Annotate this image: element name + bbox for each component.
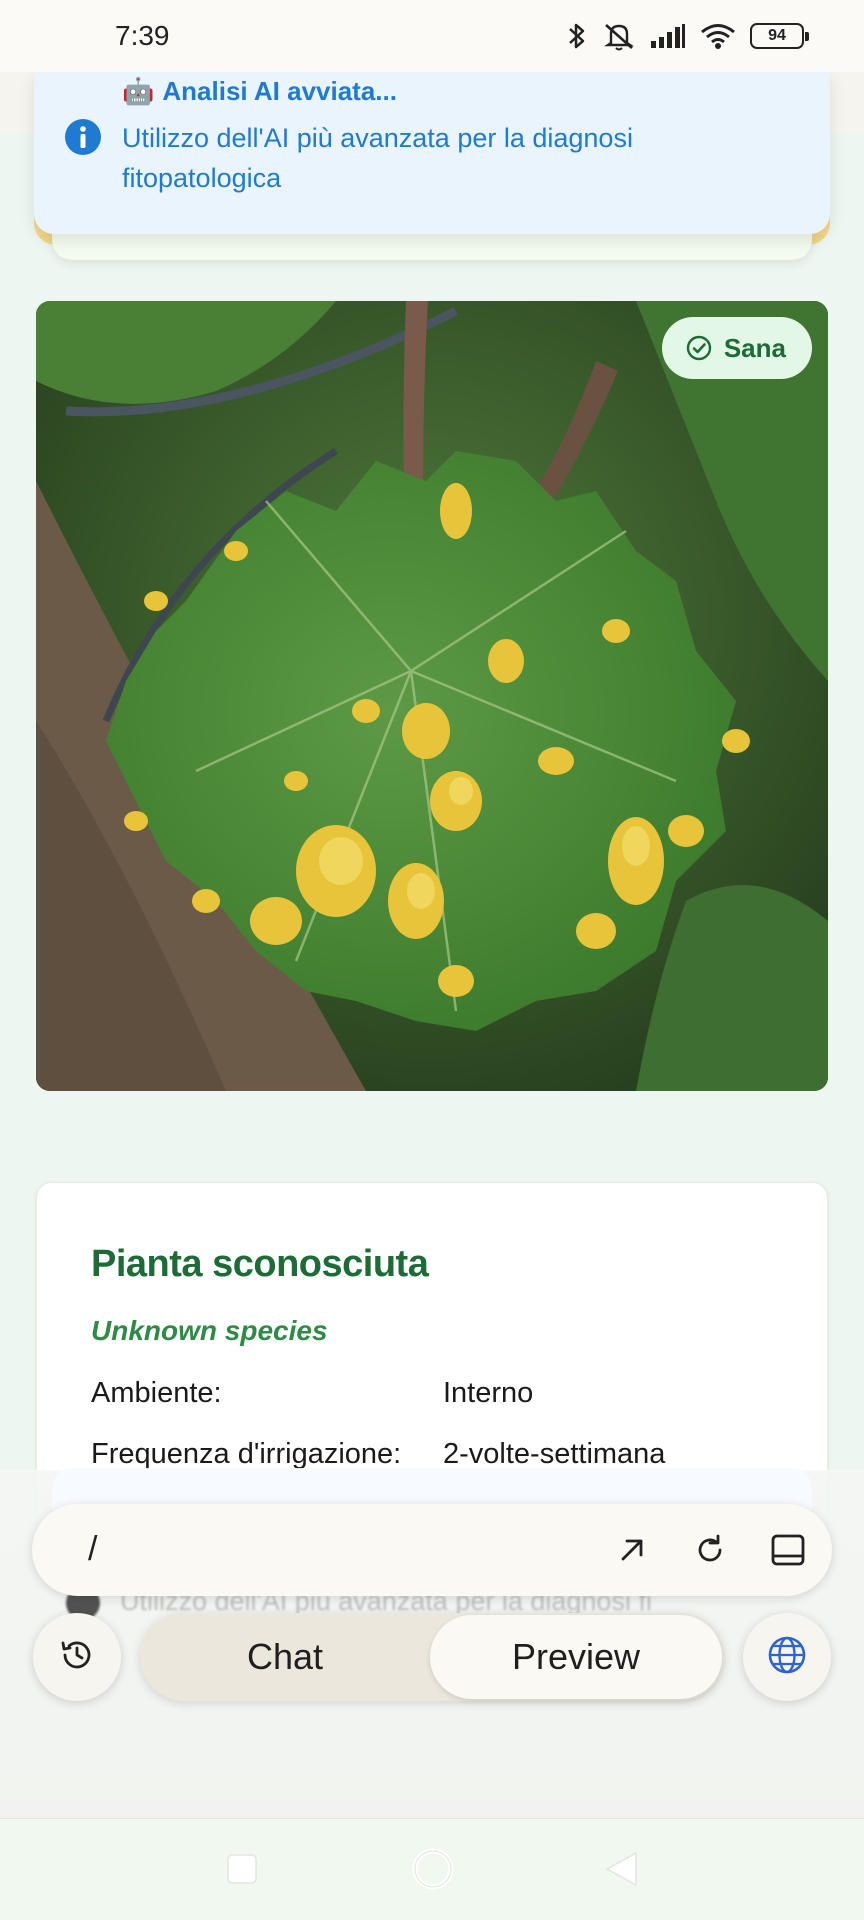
tab-preview[interactable]: Preview <box>430 1615 722 1699</box>
globe-icon <box>767 1635 807 1680</box>
plant-species: Unknown species <box>91 1315 328 1346</box>
recents-icon[interactable] <box>226 1853 258 1890</box>
tab-chat[interactable]: Chat <box>140 1613 430 1701</box>
info-label: Frequenza d'irrigazione: <box>91 1438 402 1470</box>
check-circle-icon <box>686 335 712 361</box>
open-external-icon[interactable] <box>612 1530 652 1570</box>
mute-icon <box>602 21 636 51</box>
leaf-image <box>36 301 828 1091</box>
back-icon[interactable] <box>604 1851 638 1892</box>
battery-icon: 94 <box>750 23 809 49</box>
info-value: 2-volte-settimana <box>443 1438 666 1470</box>
plant-name: Pianta sconosciuta <box>91 1243 429 1285</box>
status-time: 7:39 <box>115 20 170 51</box>
bluetooth-icon <box>566 21 588 51</box>
info-icon <box>64 118 102 156</box>
view-tabs: Chat Preview <box>140 1613 724 1701</box>
toast-title: 🤖 Analisi AI avviata... <box>122 76 397 107</box>
health-status-badge: Sana <box>661 317 812 379</box>
info-label: Ambiente: <box>91 1377 222 1409</box>
panel-icon[interactable] <box>768 1530 808 1570</box>
ai-analysis-toast[interactable]: 🤖 Analisi AI avviata... Utilizzo dell'AI… <box>34 72 830 234</box>
status-icons: 94 <box>566 21 809 51</box>
history-icon <box>59 1637 95 1678</box>
status-bar: 7:39 94 <box>0 0 864 72</box>
system-nav-bar <box>0 1818 864 1920</box>
signal-icon <box>650 23 686 49</box>
url-path[interactable]: / <box>88 1530 97 1569</box>
url-bar[interactable]: / <box>32 1504 832 1596</box>
home-icon[interactable] <box>411 1847 455 1896</box>
toast-message: Utilizzo dell'AI più avanzata per la dia… <box>122 123 633 193</box>
reload-icon[interactable] <box>690 1530 730 1570</box>
toast-title-text: Analisi AI avviata... <box>162 76 397 106</box>
history-button[interactable] <box>33 1613 121 1701</box>
language-button[interactable] <box>743 1613 831 1701</box>
robot-icon: 🤖 <box>122 76 155 106</box>
wifi-icon <box>700 22 736 50</box>
info-value: Interno <box>443 1377 534 1409</box>
plant-photo: Sana <box>36 301 828 1091</box>
health-status-label: Sana <box>723 332 786 363</box>
